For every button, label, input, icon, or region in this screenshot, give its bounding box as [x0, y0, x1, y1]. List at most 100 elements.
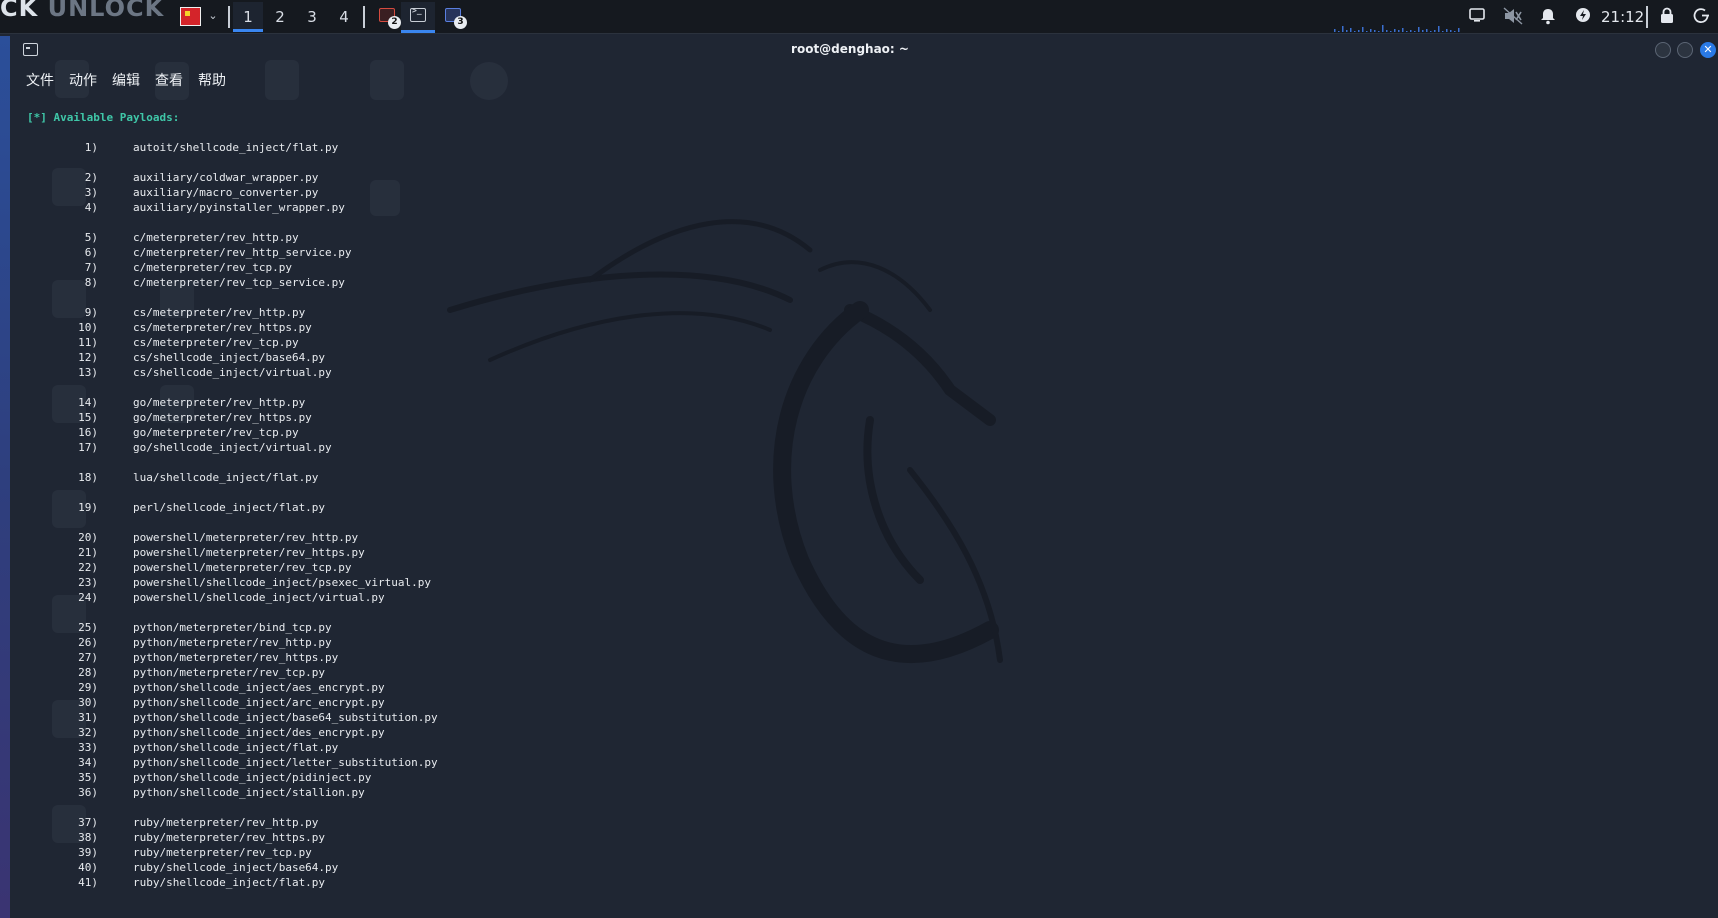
- payload-path: go/meterpreter/rev_tcp.py: [133, 426, 299, 439]
- payload-number: 26): [78, 636, 98, 649]
- minimize-button[interactable]: [1655, 42, 1671, 58]
- payload-number: 19): [78, 501, 98, 514]
- panel-separator: [228, 6, 230, 28]
- top-panel: CK UNLOCK ⌄ 1234 23 21:12: [0, 0, 1718, 34]
- payload-line: 27) python/meterpreter/rev_https.py: [27, 650, 338, 665]
- task-button-2[interactable]: [401, 2, 435, 33]
- workspace-4-button[interactable]: 4: [329, 2, 359, 32]
- task-button-3[interactable]: 3: [436, 2, 470, 33]
- window-count-badge: 2: [388, 16, 401, 29]
- payload-path: auxiliary/macro_converter.py: [133, 186, 319, 199]
- desktop-edge: [0, 36, 10, 918]
- payload-path: lua/shellcode_inject/flat.py: [133, 471, 319, 484]
- payload-path: powershell/meterpreter/rev_https.py: [133, 546, 365, 559]
- payload-number: 20): [78, 531, 98, 544]
- workspace-2-button[interactable]: 2: [265, 2, 295, 32]
- payload-line: 33) python/shellcode_inject/flat.py: [27, 740, 338, 755]
- payload-number: 6): [84, 246, 98, 259]
- payload-number: 13): [78, 366, 98, 379]
- payload-number: 25): [78, 621, 98, 634]
- payload-number: 14): [78, 396, 98, 409]
- keyboard-layout-flag-icon[interactable]: [180, 7, 201, 26]
- payload-number: 4): [84, 201, 98, 214]
- workspace-1-button[interactable]: 1: [233, 2, 263, 32]
- payload-line: 17) go/shellcode_inject/virtual.py: [27, 440, 332, 455]
- payload-path: go/meterpreter/rev_https.py: [133, 411, 312, 424]
- payload-line: 13) cs/shellcode_inject/virtual.py: [27, 365, 332, 380]
- payload-number: 5): [84, 231, 98, 244]
- task-button-1[interactable]: 2: [370, 2, 404, 33]
- payload-line: 35) python/shellcode_inject/pidinject.py: [27, 770, 371, 785]
- clock[interactable]: 21:12: [1601, 7, 1644, 27]
- payload-path: cs/meterpreter/rev_tcp.py: [133, 336, 299, 349]
- brand-main: CK: [0, 0, 39, 22]
- payload-line: 9) cs/meterpreter/rev_http.py: [27, 305, 305, 320]
- payload-path: autoit/shellcode_inject/flat.py: [133, 141, 339, 154]
- payload-path: c/meterpreter/rev_http.py: [133, 231, 299, 244]
- close-icon: ✕: [1703, 43, 1713, 56]
- payload-line: 38) ruby/meterpreter/rev_https.py: [27, 830, 325, 845]
- payload-line: 34) python/shellcode_inject/letter_substi…: [27, 755, 438, 770]
- display-icon[interactable]: [1467, 7, 1487, 27]
- payload-path: cs/meterpreter/rev_https.py: [133, 321, 312, 334]
- terminal-output[interactable]: [*] Available Payloads: 1) autoit/shellco…: [27, 110, 438, 890]
- payload-line: 36) python/shellcode_inject/stallion.py: [27, 785, 365, 800]
- menu-item-1[interactable]: 动作: [69, 69, 97, 91]
- payload-number: 15): [78, 411, 98, 424]
- payload-number: 2): [84, 171, 98, 184]
- power-clock-icon[interactable]: [1573, 7, 1593, 27]
- payload-number: 33): [78, 741, 98, 754]
- payload-line: 39) ruby/meterpreter/rev_tcp.py: [27, 845, 312, 860]
- payload-line: 18) lua/shellcode_inject/flat.py: [27, 470, 318, 485]
- payload-path: ruby/shellcode_inject/base64.py: [133, 861, 339, 874]
- payload-line: 11) cs/meterpreter/rev_tcp.py: [27, 335, 298, 350]
- payload-number: 31): [78, 711, 98, 724]
- payload-number: 22): [78, 561, 98, 574]
- payload-path: powershell/shellcode_inject/psexec_virtu…: [133, 576, 432, 589]
- payload-path: ruby/meterpreter/rev_https.py: [133, 831, 326, 844]
- window-titlebar[interactable]: root@denghao: ~ ✕: [12, 36, 1718, 64]
- payload-number: 17): [78, 441, 98, 454]
- menu-bar: 文件 动作 编辑 查看 帮助: [26, 69, 241, 91]
- payload-number: 27): [78, 651, 98, 664]
- payload-path: cs/shellcode_inject/virtual.py: [133, 366, 332, 379]
- payload-number: 24): [78, 591, 98, 604]
- bell-icon[interactable]: [1538, 7, 1558, 27]
- payload-number: 8): [84, 276, 98, 289]
- maximize-button[interactable]: [1677, 42, 1693, 58]
- logout-icon[interactable]: [1691, 7, 1711, 27]
- payload-line: 8) c/meterpreter/rev_tcp_service.py: [27, 275, 345, 290]
- workspace-3-button[interactable]: 3: [297, 2, 327, 32]
- payload-line: 1) autoit/shellcode_inject/flat.py: [27, 140, 339, 155]
- payload-line: 28) python/meterpreter/rev_tcp.py: [27, 665, 325, 680]
- brand-dim: UNLOCK: [47, 0, 165, 22]
- payload-path: cs/meterpreter/rev_http.py: [133, 306, 306, 319]
- menu-item-2[interactable]: 编辑: [112, 69, 140, 91]
- menu-item-4[interactable]: 帮助: [198, 69, 226, 91]
- lock-icon[interactable]: [1657, 7, 1677, 27]
- payload-line: 21) powershell/meterpreter/rev_https.py: [27, 545, 365, 560]
- payload-path: python/shellcode_inject/aes_encrypt.py: [133, 681, 385, 694]
- payload-path: ruby/meterpreter/rev_tcp.py: [133, 846, 312, 859]
- payload-path: auxiliary/pyinstaller_wrapper.py: [133, 201, 345, 214]
- payload-line: 26) python/meterpreter/rev_http.py: [27, 635, 332, 650]
- volume-muted-icon[interactable]: [1503, 7, 1523, 27]
- payload-path: c/meterpreter/rev_tcp.py: [133, 261, 292, 274]
- payload-path: python/shellcode_inject/des_encrypt.py: [133, 726, 385, 739]
- payload-path: perl/shellcode_inject/flat.py: [133, 501, 326, 514]
- payload-line: 10) cs/meterpreter/rev_https.py: [27, 320, 312, 335]
- payload-number: 34): [78, 756, 98, 769]
- close-button[interactable]: ✕: [1700, 42, 1716, 58]
- payload-line: 23) powershell/shellcode_inject/psexec_vi…: [27, 575, 431, 590]
- payload-line: 32) python/shellcode_inject/des_encrypt.p…: [27, 725, 385, 740]
- menu-item-0[interactable]: 文件: [26, 69, 54, 91]
- chevron-down-icon[interactable]: ⌄: [206, 8, 220, 24]
- payload-number: 9): [84, 306, 98, 319]
- payload-path: python/shellcode_inject/letter_substitut…: [133, 756, 438, 769]
- payload-number: 36): [78, 786, 98, 799]
- menu-item-3[interactable]: 查看: [155, 69, 183, 91]
